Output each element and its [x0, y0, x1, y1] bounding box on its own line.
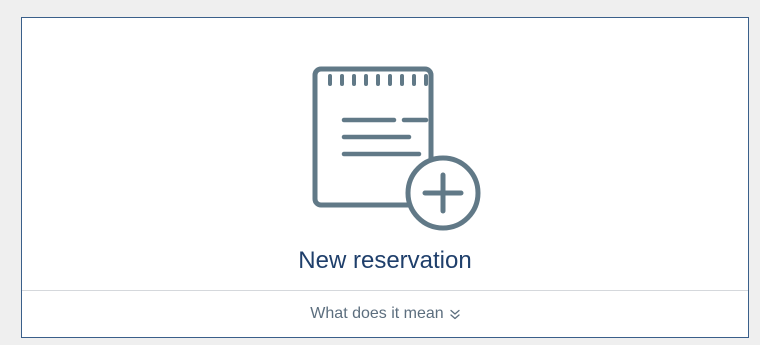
what-does-it-mean-toggle[interactable]: What does it mean [22, 291, 748, 337]
footer-label: What does it mean [310, 305, 444, 322]
card-title: New reservation [298, 247, 472, 274]
new-reservation-card: New reservation What does it mean [21, 17, 749, 338]
new-reservation-button[interactable]: New reservation [22, 18, 748, 290]
double-chevron-down-icon [450, 309, 460, 320]
notepad-add-icon [307, 62, 483, 232]
